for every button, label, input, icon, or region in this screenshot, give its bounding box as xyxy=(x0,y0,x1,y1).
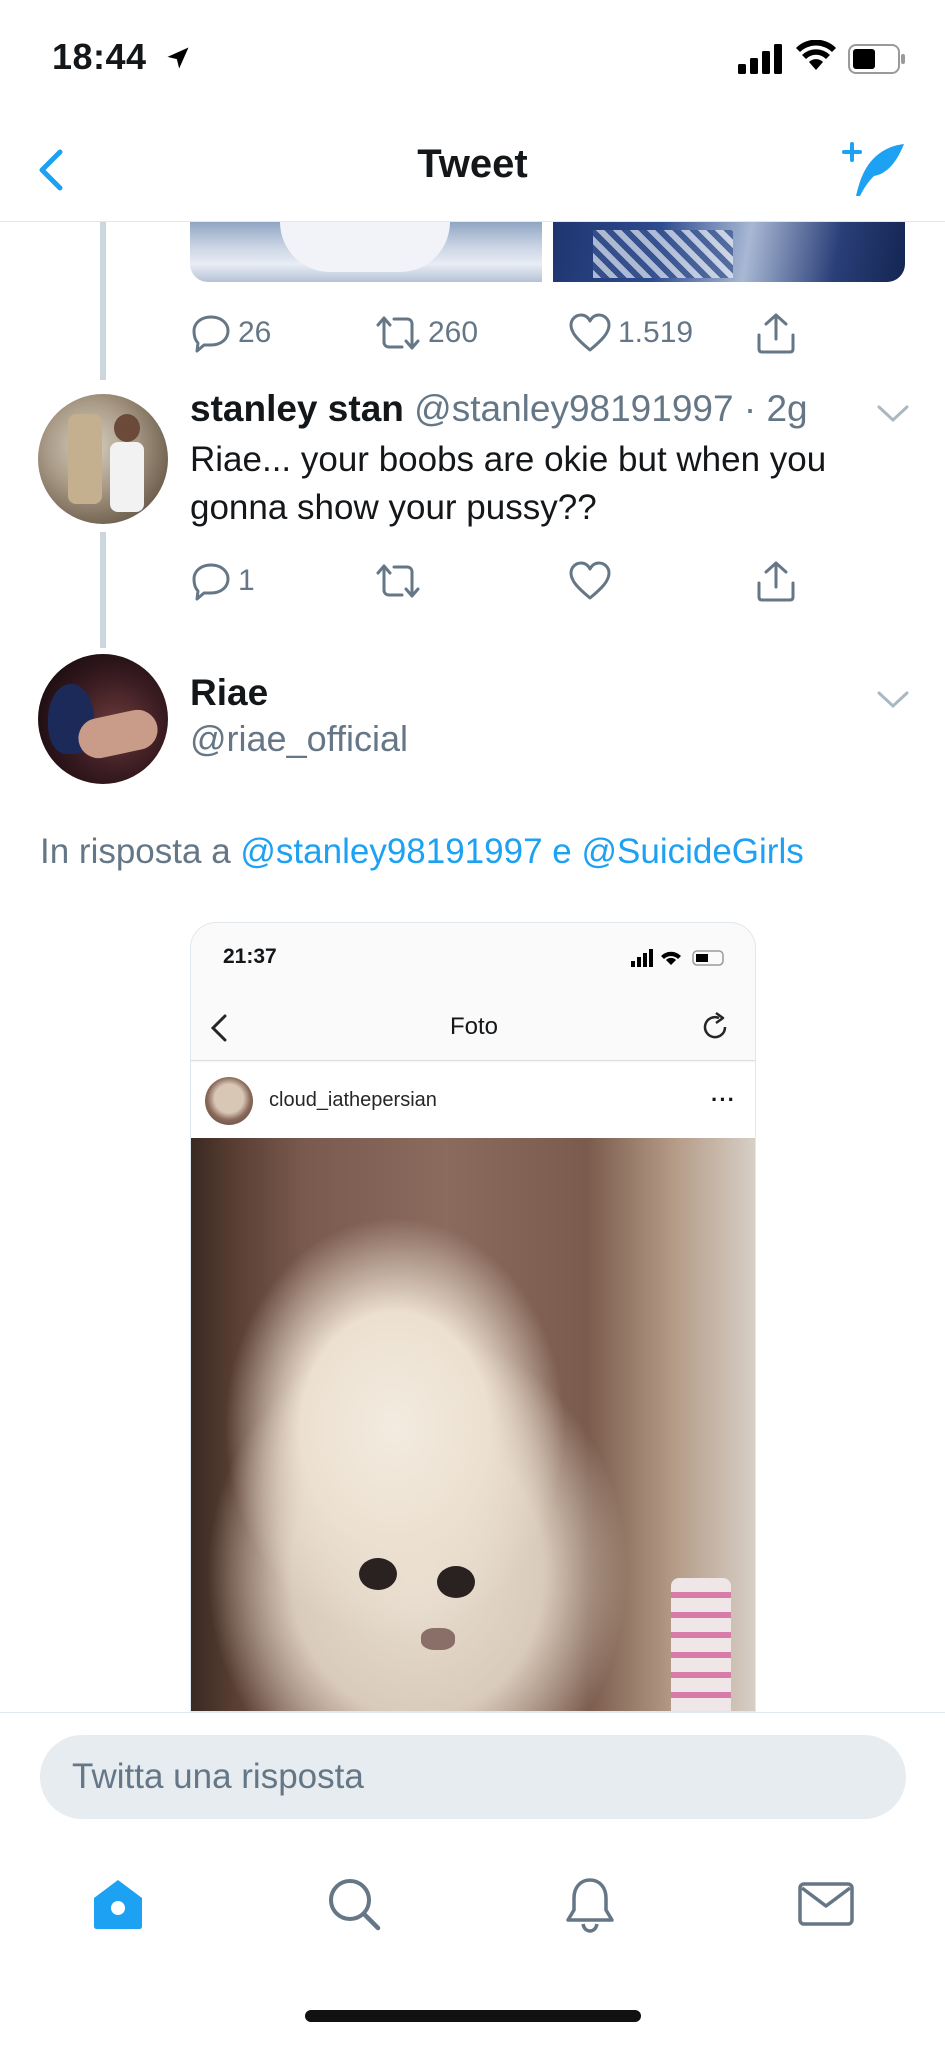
share-icon xyxy=(757,313,795,354)
mention-link[interactable]: @stanley98191997 xyxy=(240,832,542,871)
thread-line xyxy=(100,222,106,380)
tweet-image[interactable]: 21:37 Foto cloud_iathepersian ··· xyxy=(190,922,756,1712)
tweet-header: stanley stan @stanley98191997 · 2g xyxy=(190,388,808,430)
search-icon[interactable] xyxy=(324,1874,384,1934)
signal-icon xyxy=(738,44,782,74)
like-count: 1.519 xyxy=(618,316,694,349)
battery-icon xyxy=(848,44,905,74)
reply-count: 26 xyxy=(238,316,272,349)
wifi-icon xyxy=(796,40,836,70)
cat-nose xyxy=(421,1628,455,1650)
like-button[interactable]: 1.519 xyxy=(568,308,693,358)
nav-bar: Tweet xyxy=(0,120,945,222)
share-button[interactable] xyxy=(754,556,798,606)
heart-icon xyxy=(569,313,611,352)
tweet-image[interactable] xyxy=(190,222,542,282)
thread-line xyxy=(100,532,106,648)
reply-count: 1 xyxy=(238,564,255,597)
location-arrow-icon xyxy=(167,47,189,69)
share-button[interactable] xyxy=(754,308,798,358)
chevron-down-icon[interactable] xyxy=(876,690,910,710)
messages-icon[interactable] xyxy=(796,1874,856,1934)
embedded-username: cloud_iathepersian xyxy=(269,1089,437,1111)
mention-link[interactable]: @SuicideGirls xyxy=(581,832,803,871)
home-icon[interactable] xyxy=(88,1874,148,1934)
tweet-timestamp: · 2g xyxy=(743,388,808,429)
refresh-icon xyxy=(703,1011,727,1039)
author-name[interactable]: Riae xyxy=(190,672,268,714)
reply-icon xyxy=(192,563,230,601)
tweet-text: Riae... your boobs are okie but when you… xyxy=(190,440,827,527)
embedded-post-header: cloud_iathepersian ··· xyxy=(191,1063,755,1143)
chevron-down-icon[interactable] xyxy=(876,404,910,424)
retweet-button[interactable]: 260 xyxy=(374,308,478,358)
retweet-button[interactable] xyxy=(374,556,422,606)
retweet-icon xyxy=(376,316,420,350)
embedded-status-icons xyxy=(631,949,724,967)
scratching-post xyxy=(671,1578,731,1711)
author-handle[interactable]: @riae_official xyxy=(190,718,408,760)
reply-joiner: e xyxy=(552,832,572,871)
embedded-status-time: 21:37 xyxy=(223,945,277,968)
status-bar: 18:44 xyxy=(0,0,945,120)
tweet-actions: 26 260 1.519 xyxy=(190,308,830,358)
reply-prefix: In risposta a xyxy=(40,832,231,871)
reply-context: In risposta a @stanley98191997 e @Suicid… xyxy=(40,832,804,872)
home-indicator[interactable] xyxy=(305,2010,641,2022)
retweet-count: 260 xyxy=(428,316,479,349)
avatar[interactable] xyxy=(38,394,168,524)
notifications-icon[interactable] xyxy=(560,1874,620,1934)
like-button[interactable] xyxy=(568,556,612,606)
author-name[interactable]: stanley stan xyxy=(190,388,404,429)
author-handle[interactable]: @stanley98191997 xyxy=(414,388,733,429)
avatar xyxy=(205,1077,253,1125)
reply-button[interactable]: 26 xyxy=(190,308,271,358)
cat-eye xyxy=(359,1558,397,1590)
reply-button[interactable]: 1 xyxy=(190,556,255,606)
embedded-title: Foto xyxy=(449,1013,499,1040)
embedded-nav: Foto xyxy=(191,993,755,1061)
avatar[interactable] xyxy=(38,654,168,784)
reply-composer: Twitta una risposta xyxy=(0,1712,945,1824)
status-time: 18:44 xyxy=(52,36,147,77)
more-options-icon: ··· xyxy=(711,1087,736,1112)
share-icon xyxy=(757,561,795,602)
page-title: Tweet xyxy=(417,142,528,186)
tweet-actions: 1 xyxy=(190,556,830,606)
compose-tweet-icon[interactable] xyxy=(838,138,908,200)
tweet-image[interactable] xyxy=(553,222,905,282)
cat-eye xyxy=(437,1566,475,1598)
reply-icon xyxy=(192,315,230,353)
reply-input[interactable]: Twitta una risposta xyxy=(40,1735,906,1819)
heart-icon xyxy=(569,561,611,600)
cat-photo xyxy=(191,1138,755,1711)
retweet-icon xyxy=(376,564,420,598)
